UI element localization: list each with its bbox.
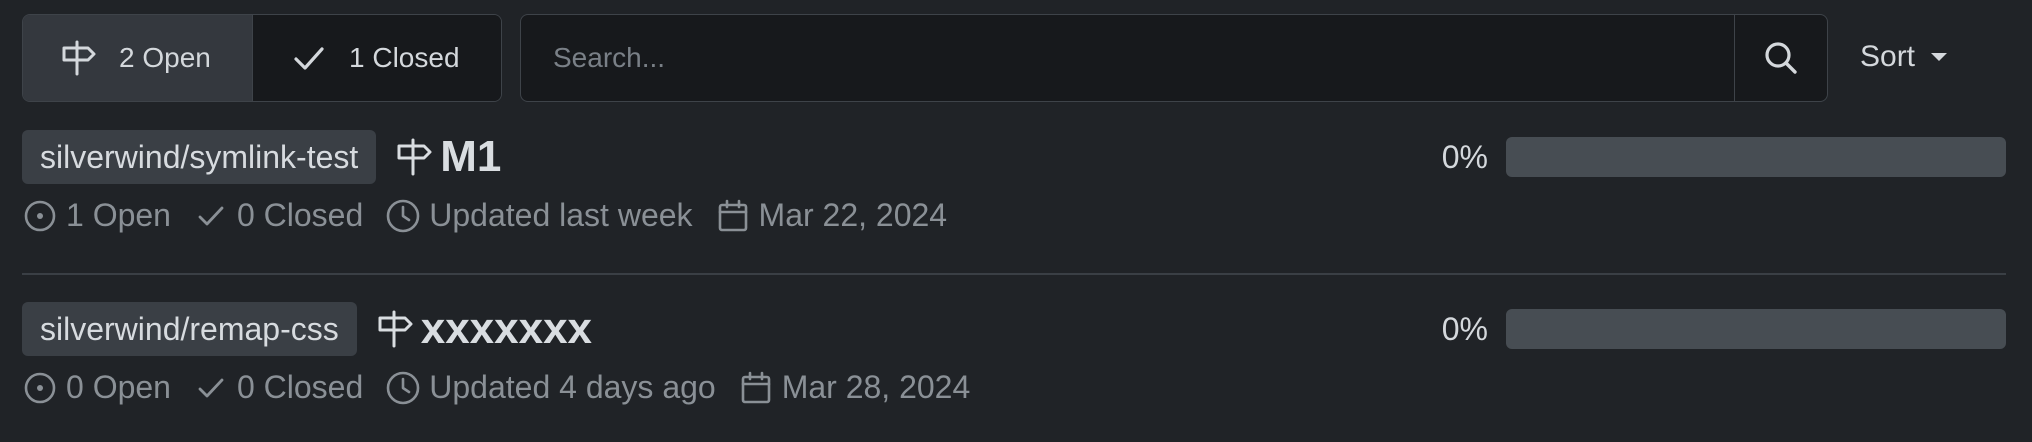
issue-open-icon — [22, 370, 58, 406]
progress-bar — [1506, 137, 2006, 177]
milestone-icon — [57, 38, 97, 78]
open-issues-count: 0 Open — [66, 369, 171, 405]
chevron-down-icon — [1931, 53, 1948, 61]
sort-label: Sort — [1860, 40, 1916, 73]
check-icon — [193, 370, 229, 406]
closed-issues-link[interactable]: 0 Closed — [193, 197, 363, 234]
milestone-header: silverwind/symlink-test M1 0% — [22, 129, 2006, 185]
due-date-text: Mar 22, 2024 — [758, 197, 948, 233]
milestones-toolbar: 2 Open 1 Closed Sort — [22, 14, 2012, 102]
search-icon — [1761, 38, 1801, 78]
due-date-text: Mar 28, 2024 — [781, 369, 971, 405]
tab-closed-milestones[interactable]: 1 Closed — [253, 15, 501, 101]
milestone-progress: 0% — [1442, 309, 2006, 349]
clock-icon — [385, 370, 421, 406]
state-filter: 2 Open 1 Closed — [22, 14, 502, 102]
milestone-meta: 1 Open 0 Closed Updated last week Mar 22… — [22, 197, 2006, 234]
calendar-icon — [715, 198, 751, 234]
open-issues-link[interactable]: 1 Open — [22, 197, 171, 234]
tab-open-milestones[interactable]: 2 Open — [23, 15, 253, 101]
search-button[interactable] — [1734, 15, 1827, 101]
updated-text: Updated 4 days ago — [429, 369, 716, 405]
milestone-progress: 0% — [1442, 137, 2006, 177]
milestone-icon — [373, 308, 415, 350]
milestone-header: silverwind/remap-css xxxxxxx 0% — [22, 301, 2006, 357]
progress-percent: 0% — [1441, 310, 1488, 347]
search-box — [520, 14, 1828, 102]
closed-issues-link[interactable]: 0 Closed — [193, 369, 363, 406]
tab-open-label: 2 Open — [119, 42, 211, 73]
check-icon — [289, 38, 329, 78]
updated-info: Updated last week — [385, 197, 693, 234]
closed-issues-count: 0 Closed — [236, 197, 364, 233]
updated-text: Updated last week — [429, 197, 693, 233]
due-date-info: Mar 28, 2024 — [738, 369, 971, 406]
issue-open-icon — [22, 198, 58, 234]
progress-percent: 0% — [1441, 138, 1488, 175]
tab-closed-label: 1 Closed — [349, 42, 460, 73]
closed-issues-count: 0 Closed — [236, 369, 364, 405]
milestone-item: silverwind/symlink-test M1 0% 1 Open 0 C… — [22, 129, 2006, 234]
check-icon — [193, 198, 229, 234]
repo-link[interactable]: silverwind/remap-css — [22, 302, 357, 356]
milestone-divider — [22, 273, 2006, 275]
progress-bar — [1506, 309, 2006, 349]
search-input[interactable] — [521, 15, 1734, 101]
calendar-icon — [738, 370, 774, 406]
repo-link[interactable]: silverwind/symlink-test — [22, 130, 377, 184]
milestone-title[interactable]: xxxxxxx — [421, 304, 592, 354]
milestone-meta: 0 Open 0 Closed Updated 4 days ago Mar 2… — [22, 369, 2006, 406]
clock-icon — [385, 198, 421, 234]
open-issues-count: 1 Open — [66, 197, 171, 233]
milestone-icon — [392, 136, 434, 178]
sort-dropdown[interactable]: Sort — [1860, 14, 1948, 100]
open-issues-link[interactable]: 0 Open — [22, 369, 171, 406]
updated-info: Updated 4 days ago — [385, 369, 716, 406]
due-date-info: Mar 22, 2024 — [715, 197, 948, 234]
milestone-item: silverwind/remap-css xxxxxxx 0% 0 Open 0… — [22, 301, 2006, 406]
milestone-title[interactable]: M1 — [440, 132, 501, 182]
